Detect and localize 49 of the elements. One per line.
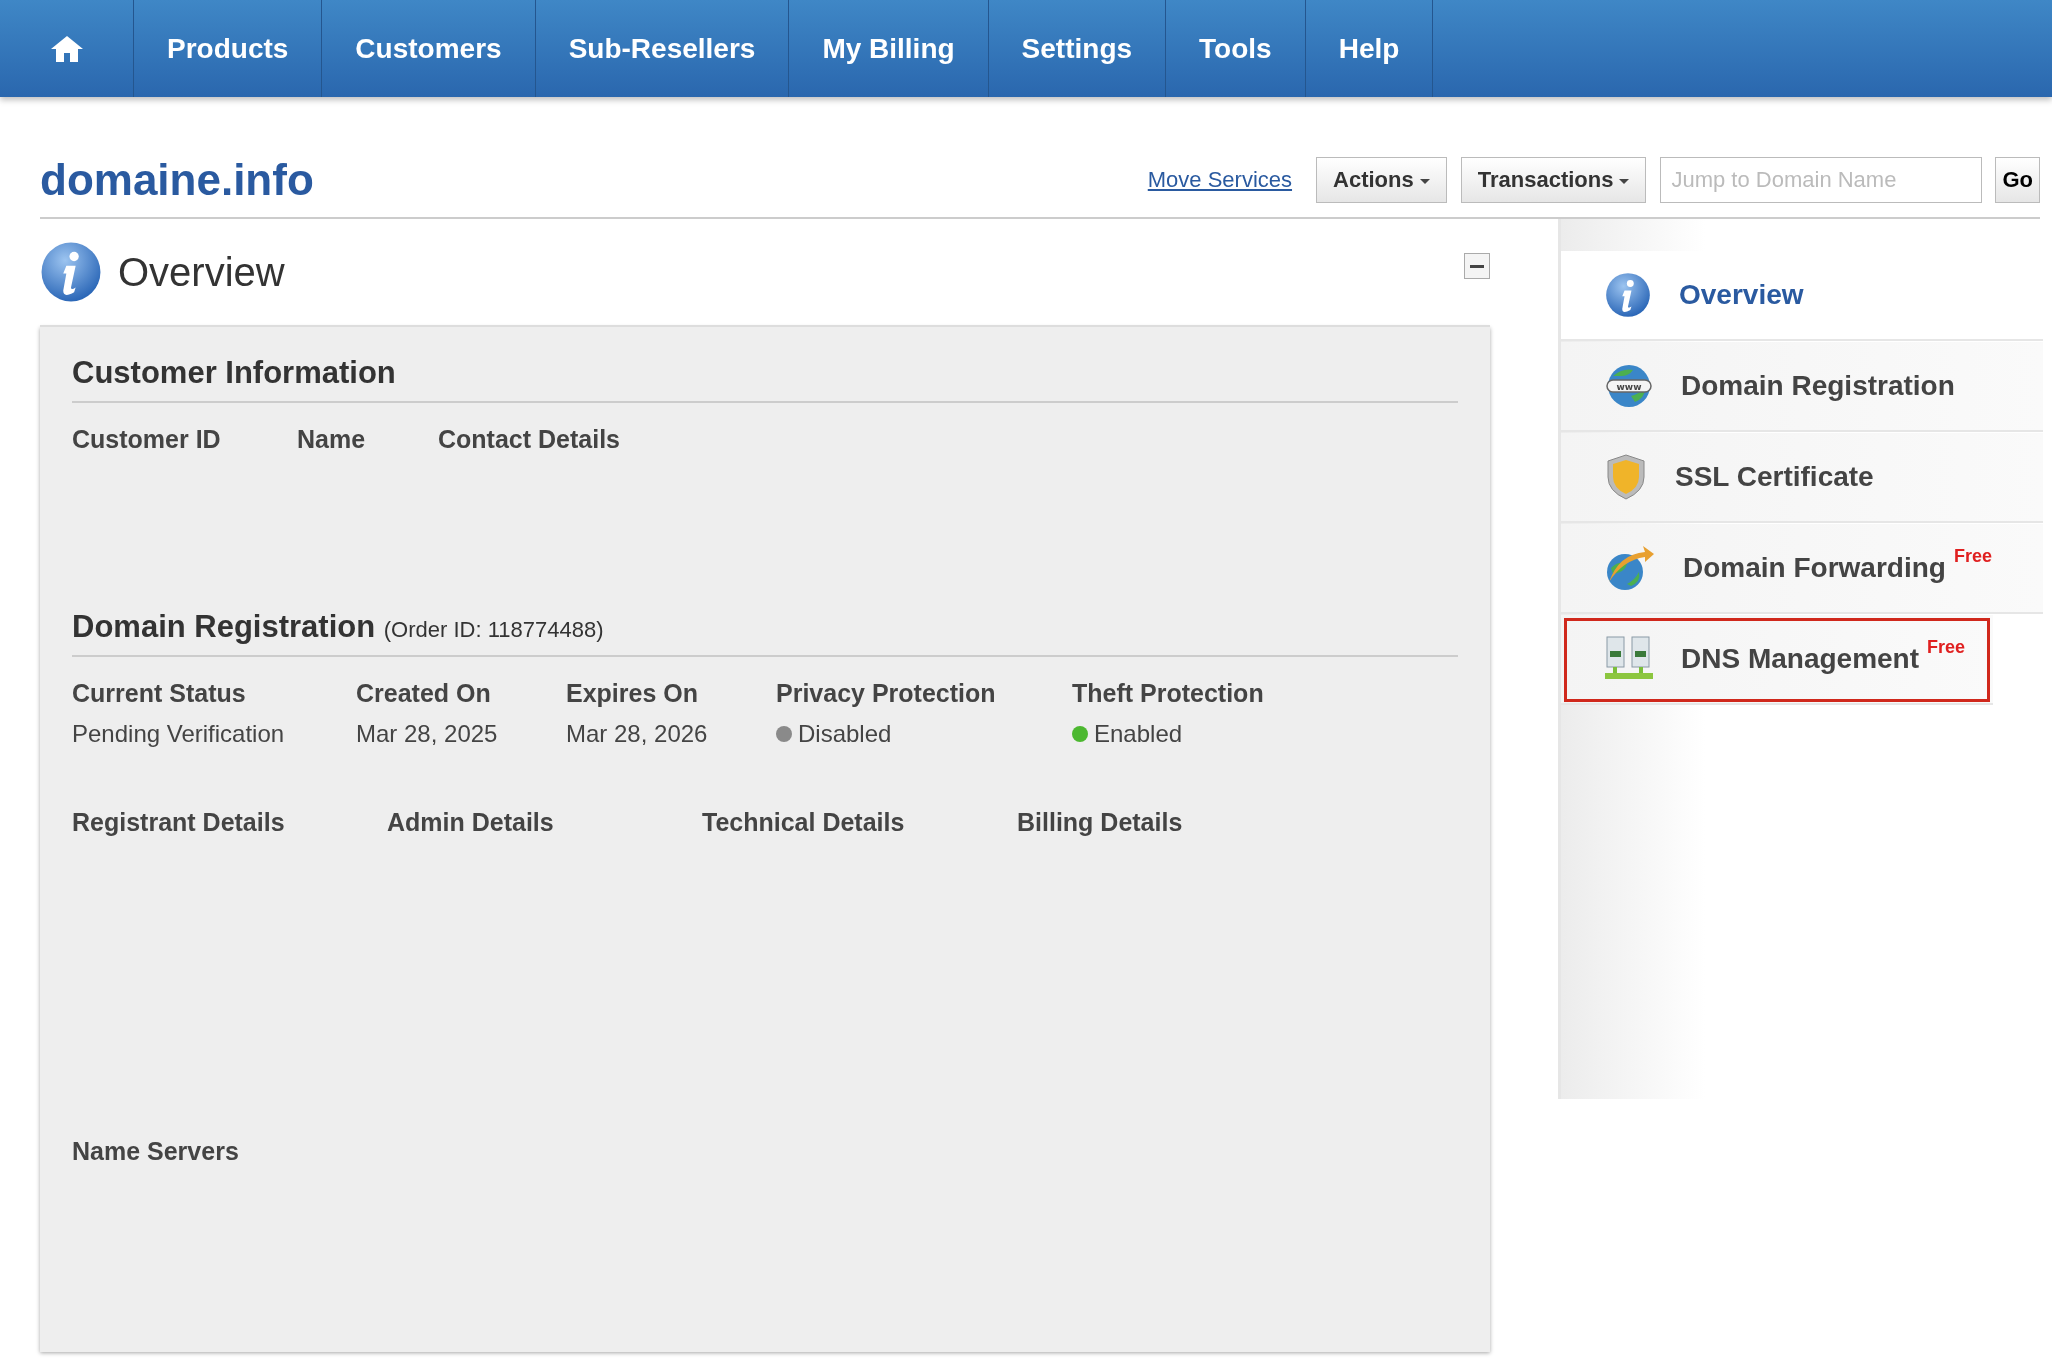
dropdown-button[interactable]: Actions xyxy=(1316,157,1447,203)
field-value: Mar 28, 2025 xyxy=(356,720,498,748)
go-button[interactable]: Go xyxy=(1995,157,2040,203)
sidebar-item[interactable]: Overview xyxy=(1561,251,2043,341)
free-label: Free xyxy=(1927,637,1966,658)
nav-tab[interactable]: Products xyxy=(134,0,323,97)
field-label: Theft Protection xyxy=(1072,679,1264,707)
search-field[interactable]: Jump to Domain Name xyxy=(1660,157,1983,203)
order-id: (Order ID: 118774488) xyxy=(383,617,604,642)
collapse-button[interactable] xyxy=(1464,253,1490,279)
nav-tab[interactable]: Customers xyxy=(322,0,536,97)
field-value: Disabled xyxy=(798,720,892,748)
field-label: Expires On xyxy=(566,679,698,707)
nav-tab[interactable]: Sub-Resellers xyxy=(535,0,790,97)
column-label: Contact Details xyxy=(438,425,620,453)
field-value: Pending Verification xyxy=(72,720,285,748)
domain-title: domaine.info xyxy=(40,155,315,205)
move-services-link[interactable]: Move Services xyxy=(1147,167,1293,193)
nav-tab[interactable]: My Billing xyxy=(789,0,989,97)
section-title: Overview xyxy=(118,249,285,295)
column-label: Customer ID xyxy=(72,425,221,453)
shield-icon xyxy=(1605,453,1647,501)
column-label: Name Servers xyxy=(72,1137,239,1165)
field-label: Current Status xyxy=(72,679,246,707)
field-value: Enabled xyxy=(1094,720,1183,748)
field-value: Mar 28, 2026 xyxy=(566,720,708,748)
globe-www-icon: www xyxy=(1605,362,1653,410)
section-heading: Customer Information xyxy=(72,355,396,390)
nav-tab[interactable]: Tools xyxy=(1166,0,1306,97)
field-label: Privacy Protection xyxy=(776,679,996,707)
column-label: Admin Details xyxy=(387,808,554,836)
free-label: Free xyxy=(1953,546,1992,567)
sidebar-item[interactable]: Domain Forwarding Free xyxy=(1561,524,2043,614)
column-label: Billing Details xyxy=(1017,808,1183,836)
sidebar-item[interactable]: DNS Management Free xyxy=(1561,615,1993,705)
nav-tab[interactable]: Help xyxy=(1305,0,1434,97)
column-label: Technical Details xyxy=(702,808,905,836)
column-label: Registrant Details xyxy=(72,808,285,836)
info-icon xyxy=(40,241,102,303)
column-label: Name xyxy=(297,425,366,453)
section-heading: Domain Registration xyxy=(72,609,376,644)
globe-arrow-icon xyxy=(1605,544,1655,592)
nav-tab[interactable]: Settings xyxy=(988,0,1167,97)
home-icon[interactable] xyxy=(49,34,84,63)
sidebar-item[interactable]: www Domain Registration xyxy=(1561,342,2043,432)
info-icon xyxy=(1605,272,1651,318)
sidebar-item[interactable]: SSL Certificate xyxy=(1561,433,2043,523)
field-label: Created On xyxy=(356,679,491,707)
dropdown-button[interactable]: Transactions xyxy=(1460,157,1647,203)
